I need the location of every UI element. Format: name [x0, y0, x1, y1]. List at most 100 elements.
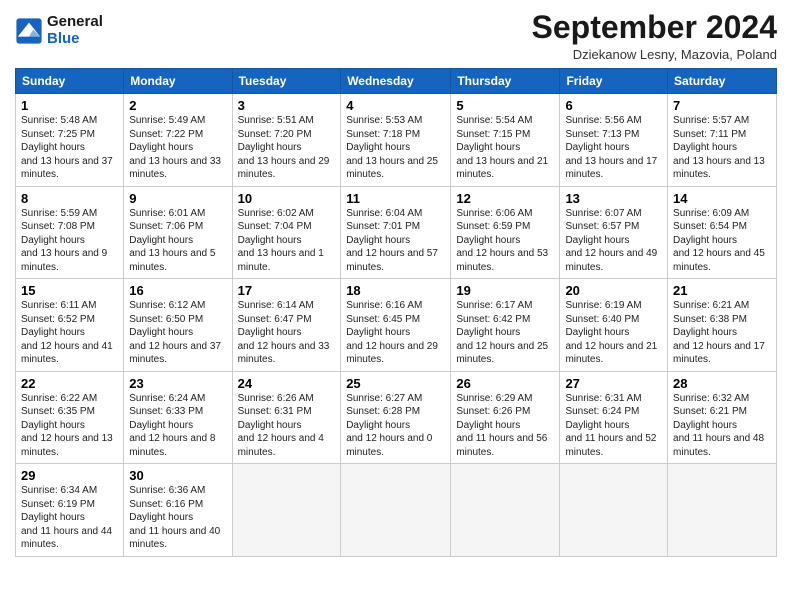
calendar-week-row: 29 Sunrise: 6:34 AM Sunset: 6:19 PM Dayl…: [16, 464, 777, 557]
day-info: Sunrise: 6:01 AM Sunset: 7:06 PM Dayligh…: [129, 207, 226, 275]
day-info: Sunrise: 5:53 AM Sunset: 7:18 PM Dayligh…: [346, 114, 445, 182]
day-info: Sunrise: 6:02 AM Sunset: 7:04 PM Dayligh…: [238, 207, 336, 275]
calendar-day-cell: 1 Sunrise: 5:48 AM Sunset: 7:25 PM Dayli…: [16, 94, 124, 187]
day-info: Sunrise: 6:04 AM Sunset: 7:01 PM Dayligh…: [346, 207, 445, 275]
calendar-day-cell: 25 Sunrise: 6:27 AM Sunset: 6:28 PM Dayl…: [341, 371, 451, 464]
calendar-day-cell: 18 Sunrise: 6:16 AM Sunset: 6:45 PM Dayl…: [341, 279, 451, 372]
calendar-day-cell: [668, 464, 777, 557]
calendar-day-cell: 11 Sunrise: 6:04 AM Sunset: 7:01 PM Dayl…: [341, 186, 451, 279]
day-number: 5: [456, 98, 554, 113]
calendar-week-row: 1 Sunrise: 5:48 AM Sunset: 7:25 PM Dayli…: [16, 94, 777, 187]
calendar-day-cell: 26 Sunrise: 6:29 AM Sunset: 6:26 PM Dayl…: [451, 371, 560, 464]
day-number: 25: [346, 376, 445, 391]
day-number: 18: [346, 283, 445, 298]
day-info: Sunrise: 5:48 AM Sunset: 7:25 PM Dayligh…: [21, 114, 118, 182]
col-friday: Friday: [560, 69, 668, 94]
day-info: Sunrise: 6:11 AM Sunset: 6:52 PM Dayligh…: [21, 299, 118, 367]
month-title: September 2024: [532, 10, 777, 45]
day-info: Sunrise: 6:26 AM Sunset: 6:31 PM Dayligh…: [238, 392, 336, 460]
day-number: 19: [456, 283, 554, 298]
day-number: 8: [21, 191, 118, 206]
day-info: Sunrise: 5:49 AM Sunset: 7:22 PM Dayligh…: [129, 114, 226, 182]
day-info: Sunrise: 6:21 AM Sunset: 6:38 PM Dayligh…: [673, 299, 771, 367]
day-number: 24: [238, 376, 336, 391]
col-tuesday: Tuesday: [232, 69, 341, 94]
day-number: 29: [21, 468, 118, 483]
day-number: 9: [129, 191, 226, 206]
calendar-day-cell: 16 Sunrise: 6:12 AM Sunset: 6:50 PM Dayl…: [124, 279, 232, 372]
day-number: 7: [673, 98, 771, 113]
day-number: 2: [129, 98, 226, 113]
title-block: September 2024 Dziekanow Lesny, Mazovia,…: [532, 10, 777, 62]
col-sunday: Sunday: [16, 69, 124, 94]
logo-text: General Blue: [47, 14, 103, 47]
calendar-day-cell: 6 Sunrise: 5:56 AM Sunset: 7:13 PM Dayli…: [560, 94, 668, 187]
logo-line2: Blue: [47, 31, 103, 48]
calendar-day-cell: 29 Sunrise: 6:34 AM Sunset: 6:19 PM Dayl…: [16, 464, 124, 557]
day-info: Sunrise: 6:22 AM Sunset: 6:35 PM Dayligh…: [21, 392, 118, 460]
calendar-day-cell: 15 Sunrise: 6:11 AM Sunset: 6:52 PM Dayl…: [16, 279, 124, 372]
col-wednesday: Wednesday: [341, 69, 451, 94]
day-info: Sunrise: 5:51 AM Sunset: 7:20 PM Dayligh…: [238, 114, 336, 182]
day-info: Sunrise: 5:54 AM Sunset: 7:15 PM Dayligh…: [456, 114, 554, 182]
day-number: 14: [673, 191, 771, 206]
day-number: 11: [346, 191, 445, 206]
calendar-day-cell: 14 Sunrise: 6:09 AM Sunset: 6:54 PM Dayl…: [668, 186, 777, 279]
calendar-day-cell: 22 Sunrise: 6:22 AM Sunset: 6:35 PM Dayl…: [16, 371, 124, 464]
day-number: 6: [565, 98, 662, 113]
subtitle: Dziekanow Lesny, Mazovia, Poland: [532, 47, 777, 62]
calendar-week-row: 22 Sunrise: 6:22 AM Sunset: 6:35 PM Dayl…: [16, 371, 777, 464]
calendar-day-cell: [560, 464, 668, 557]
calendar-day-cell: 30 Sunrise: 6:36 AM Sunset: 6:16 PM Dayl…: [124, 464, 232, 557]
calendar-day-cell: 19 Sunrise: 6:17 AM Sunset: 6:42 PM Dayl…: [451, 279, 560, 372]
col-saturday: Saturday: [668, 69, 777, 94]
day-number: 4: [346, 98, 445, 113]
day-info: Sunrise: 5:56 AM Sunset: 7:13 PM Dayligh…: [565, 114, 662, 182]
calendar-week-row: 15 Sunrise: 6:11 AM Sunset: 6:52 PM Dayl…: [16, 279, 777, 372]
calendar-day-cell: 27 Sunrise: 6:31 AM Sunset: 6:24 PM Dayl…: [560, 371, 668, 464]
day-info: Sunrise: 6:09 AM Sunset: 6:54 PM Dayligh…: [673, 207, 771, 275]
calendar-day-cell: 7 Sunrise: 5:57 AM Sunset: 7:11 PM Dayli…: [668, 94, 777, 187]
logo-line1: General: [47, 14, 103, 31]
calendar-day-cell: 8 Sunrise: 5:59 AM Sunset: 7:08 PM Dayli…: [16, 186, 124, 279]
calendar-week-row: 8 Sunrise: 5:59 AM Sunset: 7:08 PM Dayli…: [16, 186, 777, 279]
col-thursday: Thursday: [451, 69, 560, 94]
calendar-day-cell: 2 Sunrise: 5:49 AM Sunset: 7:22 PM Dayli…: [124, 94, 232, 187]
calendar-day-cell: [341, 464, 451, 557]
col-monday: Monday: [124, 69, 232, 94]
day-number: 15: [21, 283, 118, 298]
calendar-day-cell: 3 Sunrise: 5:51 AM Sunset: 7:20 PM Dayli…: [232, 94, 341, 187]
day-info: Sunrise: 5:57 AM Sunset: 7:11 PM Dayligh…: [673, 114, 771, 182]
day-info: Sunrise: 6:17 AM Sunset: 6:42 PM Dayligh…: [456, 299, 554, 367]
day-number: 3: [238, 98, 336, 113]
logo: General Blue: [15, 14, 103, 47]
day-number: 12: [456, 191, 554, 206]
day-number: 13: [565, 191, 662, 206]
day-info: Sunrise: 6:19 AM Sunset: 6:40 PM Dayligh…: [565, 299, 662, 367]
calendar-day-cell: 20 Sunrise: 6:19 AM Sunset: 6:40 PM Dayl…: [560, 279, 668, 372]
calendar-day-cell: 21 Sunrise: 6:21 AM Sunset: 6:38 PM Dayl…: [668, 279, 777, 372]
calendar-day-cell: 13 Sunrise: 6:07 AM Sunset: 6:57 PM Dayl…: [560, 186, 668, 279]
day-number: 28: [673, 376, 771, 391]
day-info: Sunrise: 6:34 AM Sunset: 6:19 PM Dayligh…: [21, 484, 118, 552]
calendar-day-cell: 5 Sunrise: 5:54 AM Sunset: 7:15 PM Dayli…: [451, 94, 560, 187]
day-info: Sunrise: 6:24 AM Sunset: 6:33 PM Dayligh…: [129, 392, 226, 460]
day-info: Sunrise: 6:06 AM Sunset: 6:59 PM Dayligh…: [456, 207, 554, 275]
day-number: 1: [21, 98, 118, 113]
calendar-container: General Blue September 2024 Dziekanow Le…: [0, 0, 792, 612]
calendar-day-cell: 24 Sunrise: 6:26 AM Sunset: 6:31 PM Dayl…: [232, 371, 341, 464]
day-info: Sunrise: 6:07 AM Sunset: 6:57 PM Dayligh…: [565, 207, 662, 275]
day-number: 30: [129, 468, 226, 483]
calendar-day-cell: 23 Sunrise: 6:24 AM Sunset: 6:33 PM Dayl…: [124, 371, 232, 464]
header: General Blue September 2024 Dziekanow Le…: [15, 10, 777, 62]
day-number: 17: [238, 283, 336, 298]
logo-icon: [15, 17, 43, 45]
day-number: 23: [129, 376, 226, 391]
day-number: 16: [129, 283, 226, 298]
calendar-header-row: Sunday Monday Tuesday Wednesday Thursday…: [16, 69, 777, 94]
day-number: 26: [456, 376, 554, 391]
day-info: Sunrise: 6:31 AM Sunset: 6:24 PM Dayligh…: [565, 392, 662, 460]
calendar-day-cell: 4 Sunrise: 5:53 AM Sunset: 7:18 PM Dayli…: [341, 94, 451, 187]
calendar-day-cell: 12 Sunrise: 6:06 AM Sunset: 6:59 PM Dayl…: [451, 186, 560, 279]
day-number: 10: [238, 191, 336, 206]
